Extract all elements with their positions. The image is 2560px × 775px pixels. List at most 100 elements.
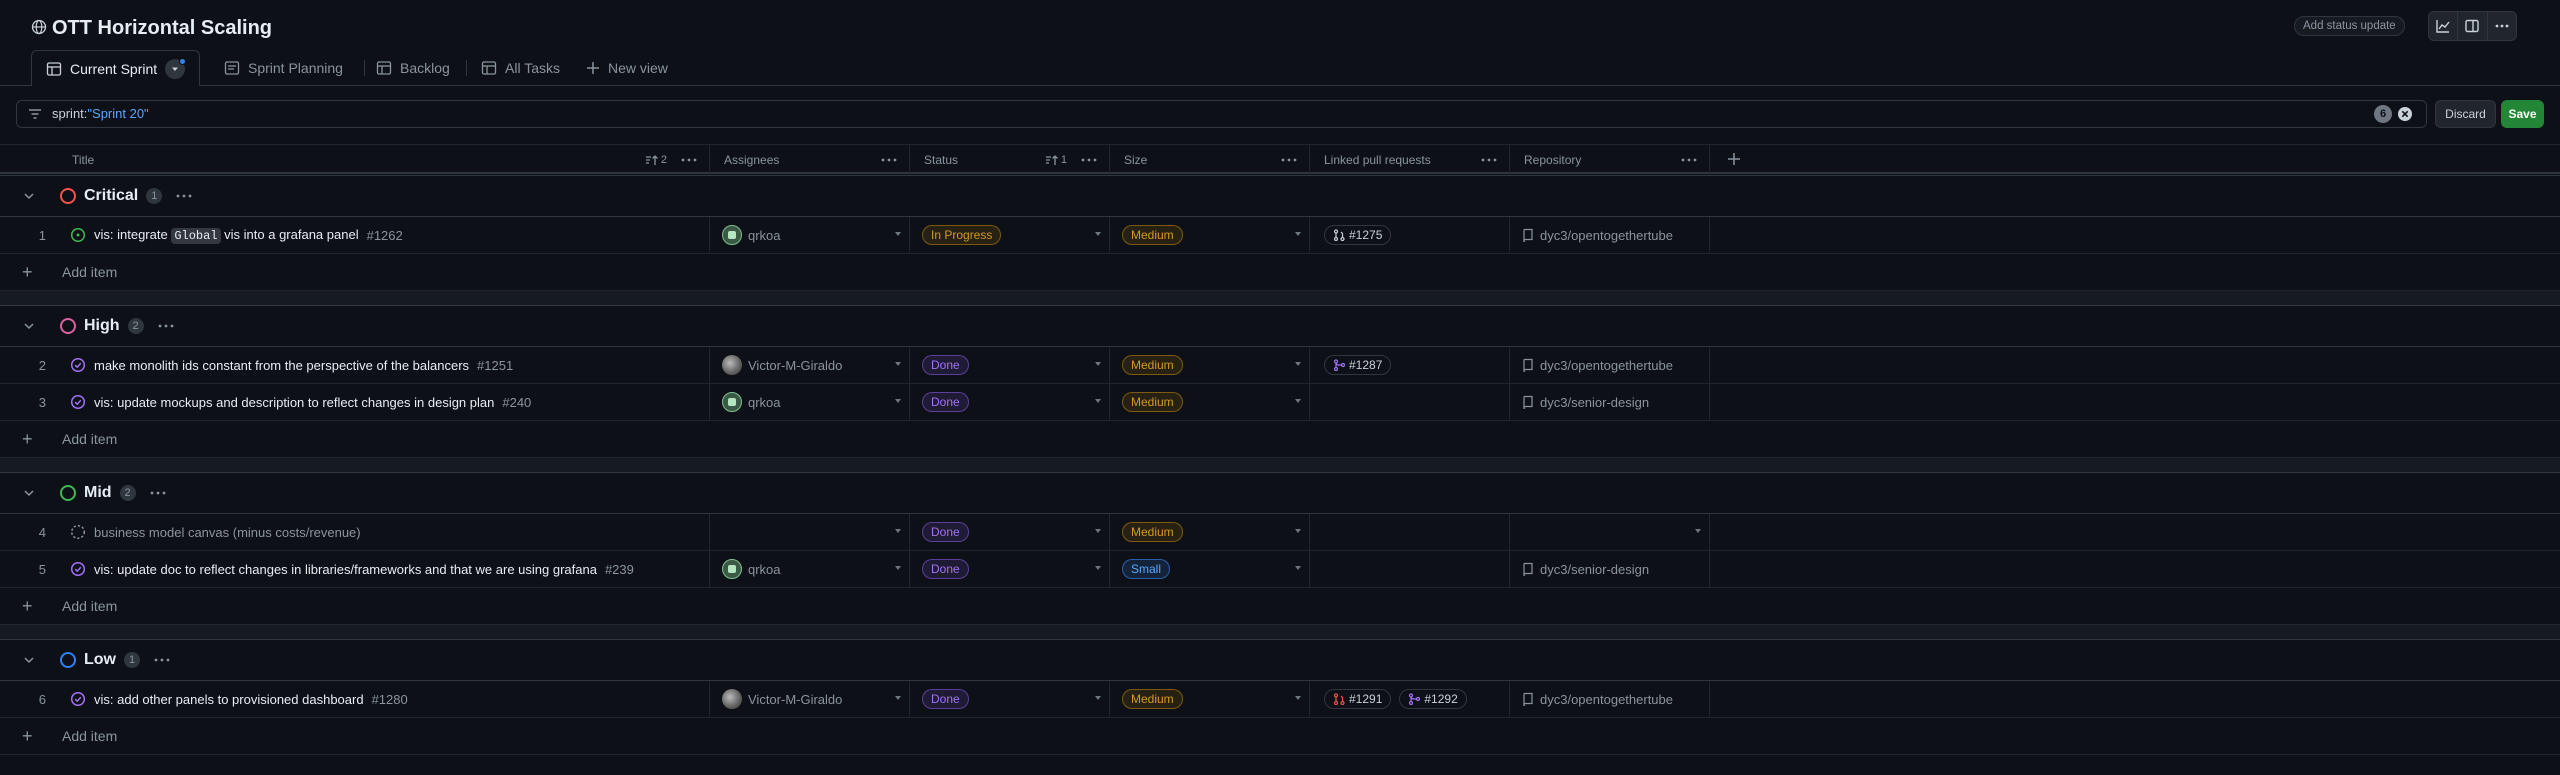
pull-request-link[interactable]: #1292	[1399, 689, 1467, 709]
discard-button[interactable]: Discard	[2435, 100, 2496, 128]
title-cell[interactable]: vis: add other panels to provisioned das…	[58, 681, 710, 717]
chevron-down-icon[interactable]	[22, 653, 36, 667]
status-cell[interactable]: Done	[910, 551, 1110, 587]
pull-request-link[interactable]: #1287	[1324, 355, 1392, 375]
filter-input[interactable]	[16, 100, 2427, 128]
title-cell[interactable]: vis: update mockups and description to r…	[58, 384, 710, 420]
size-cell[interactable]: Medium	[1110, 217, 1310, 253]
column-menu-button[interactable]	[879, 158, 899, 162]
item-title[interactable]: make monolith ids constant from the pers…	[94, 358, 469, 373]
row-number: 1	[38, 227, 46, 243]
table-row[interactable]: 1 vis: integrate Global vis into a grafan…	[0, 217, 2560, 254]
tab-backlog[interactable]: Backlog	[376, 50, 450, 85]
repository-cell[interactable]: dyc3/opentogethertube	[1510, 217, 1710, 253]
status-cell[interactable]: Done	[910, 514, 1110, 550]
group-header-mid[interactable]: Mid 2	[0, 472, 2560, 514]
tab-sprint-planning[interactable]: Sprint Planning	[224, 50, 343, 85]
repository-cell[interactable]: dyc3/opentogethertube	[1510, 681, 1710, 717]
tab-divider	[466, 60, 467, 76]
chevron-down-icon[interactable]	[22, 319, 36, 333]
save-button[interactable]: Save	[2501, 100, 2544, 128]
assignees-cell[interactable]: Victor-M-Giraldo	[710, 681, 910, 717]
table-row[interactable]: 6 vis: add other panels to provisioned da…	[0, 681, 2560, 718]
add-item-button[interactable]: + Add item	[0, 421, 2560, 458]
tab-current-sprint[interactable]: Current Sprint	[31, 50, 201, 86]
repository-cell[interactable]: dyc3/senior-design	[1510, 551, 1710, 587]
status-cell[interactable]: Done	[910, 681, 1110, 717]
group-header-low[interactable]: Low 1	[0, 639, 2560, 681]
column-header-title[interactable]: Title 2	[58, 145, 710, 175]
title-cell[interactable]: vis: update doc to reflect changes in li…	[58, 551, 710, 587]
repository-cell[interactable]: dyc3/senior-design	[1510, 384, 1710, 420]
column-header-repository[interactable]: Repository	[1510, 145, 1710, 175]
column-header-linked-prs[interactable]: Linked pull requests	[1310, 145, 1510, 175]
group-count: 2	[119, 485, 136, 501]
item-title[interactable]: vis: add other panels to provisioned das…	[94, 692, 364, 707]
new-view-button[interactable]: New view	[586, 50, 668, 85]
column-header-assignees[interactable]: Assignees	[710, 145, 910, 175]
table-row[interactable]: 3 vis: update mockups and description to …	[0, 384, 2560, 421]
graph-icon	[2436, 20, 2450, 33]
assignees-cell[interactable]: qrkoa	[710, 551, 910, 587]
add-field-button[interactable]	[1726, 151, 1742, 167]
column-menu-button[interactable]	[1479, 158, 1499, 162]
clear-filter-button[interactable]	[2396, 105, 2414, 123]
status-cell[interactable]: In Progress	[910, 217, 1110, 253]
sort-indicator: 2	[645, 154, 667, 166]
group-header-high[interactable]: High 2	[0, 305, 2560, 347]
view-options-button[interactable]	[165, 57, 187, 79]
table-row[interactable]: 4 business model canvas (minus costs/reve…	[0, 514, 2560, 551]
size-cell[interactable]: Small	[1110, 551, 1310, 587]
title-cell[interactable]: business model canvas (minus costs/reven…	[58, 514, 710, 550]
assignees-cell[interactable]	[710, 514, 910, 550]
chevron-down-icon[interactable]	[22, 189, 36, 203]
triangle-down-icon	[172, 67, 179, 71]
column-menu-button[interactable]	[1079, 158, 1099, 162]
column-header-status[interactable]: Status 1	[910, 145, 1110, 175]
title-cell[interactable]: vis: integrate Global vis into a grafana…	[58, 217, 710, 253]
pull-request-link[interactable]: #1275	[1324, 225, 1392, 245]
plus-icon: +	[22, 595, 33, 616]
assignees-cell[interactable]: qrkoa	[710, 384, 910, 420]
caret-down-icon	[895, 566, 901, 570]
assignees-cell[interactable]: Victor-M-Giraldo	[710, 347, 910, 383]
chevron-down-icon[interactable]	[22, 486, 36, 500]
project-menu-button[interactable]	[2488, 12, 2516, 40]
side-panel-button[interactable]	[2458, 12, 2488, 40]
tab-all-tasks[interactable]: All Tasks	[481, 50, 560, 85]
table-row[interactable]: 5 vis: update doc to reflect changes in l…	[0, 551, 2560, 588]
column-menu-button[interactable]	[1679, 158, 1699, 162]
column-menu-button[interactable]	[679, 158, 699, 162]
repository-cell[interactable]: dyc3/opentogethertube	[1510, 347, 1710, 383]
group-menu-button[interactable]	[176, 194, 192, 198]
add-item-button[interactable]: + Add item	[0, 588, 2560, 625]
caret-down-icon	[1295, 399, 1301, 403]
add-item-button[interactable]: + Add item	[0, 718, 2560, 755]
group-header-critical[interactable]: Critical 1	[0, 175, 2560, 217]
group-menu-button[interactable]	[154, 658, 170, 662]
assignees-cell[interactable]: qrkoa	[710, 217, 910, 253]
item-title[interactable]: business model canvas (minus costs/reven…	[94, 525, 361, 540]
size-cell[interactable]: Medium	[1110, 347, 1310, 383]
group-menu-button[interactable]	[150, 491, 166, 495]
title-cell[interactable]: make monolith ids constant from the pers…	[58, 347, 710, 383]
repository-cell[interactable]	[1510, 514, 1710, 550]
item-title[interactable]: vis: update mockups and description to r…	[94, 395, 494, 410]
add-status-update-button[interactable]: Add status update	[2294, 16, 2405, 36]
pull-request-link[interactable]: #1291	[1324, 689, 1392, 709]
column-menu-button[interactable]	[1279, 158, 1299, 162]
add-item-button[interactable]: + Add item	[0, 254, 2560, 291]
item-title[interactable]: vis: integrate Global vis into a grafana…	[94, 227, 359, 244]
group-menu-button[interactable]	[158, 324, 174, 328]
column-header-size[interactable]: Size	[1110, 145, 1310, 175]
status-cell[interactable]: Done	[910, 384, 1110, 420]
size-cell[interactable]: Medium	[1110, 514, 1310, 550]
size-cell[interactable]: Medium	[1110, 681, 1310, 717]
size-cell[interactable]: Medium	[1110, 384, 1310, 420]
status-cell[interactable]: Done	[910, 347, 1110, 383]
caret-down-icon	[1095, 362, 1101, 366]
insights-button[interactable]	[2429, 12, 2459, 40]
item-title[interactable]: vis: update doc to reflect changes in li…	[94, 562, 597, 577]
repository-name: dyc3/opentogethertube	[1540, 227, 1673, 243]
table-row[interactable]: 2 make monolith ids constant from the per…	[0, 347, 2560, 384]
